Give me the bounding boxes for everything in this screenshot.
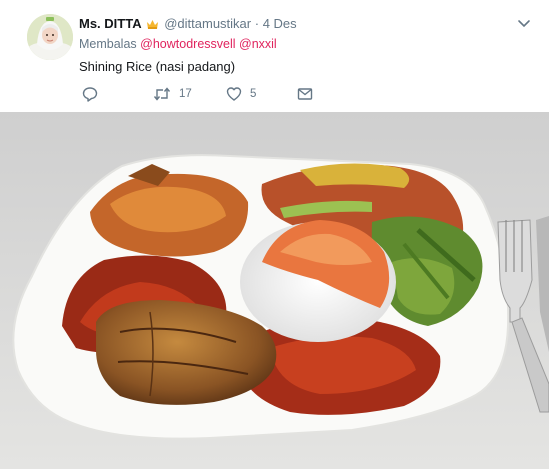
tweet-text: Shining Rice (nasi padang): [79, 59, 236, 74]
like-count: 5: [250, 88, 257, 100]
display-name[interactable]: Ms. DITTA: [79, 16, 142, 31]
crown-emoji-icon: [146, 17, 159, 34]
reply-button[interactable]: [82, 86, 98, 102]
username-handle[interactable]: @dittamustikar: [164, 16, 251, 31]
tweet-photo[interactable]: [0, 112, 549, 469]
mention-link[interactable]: @nxxil: [239, 37, 277, 51]
retweet-count: 17: [179, 88, 192, 100]
reply-icon: [82, 86, 98, 102]
mention-link[interactable]: @howtodressvell: [140, 37, 235, 51]
reply-prefix: Membalas: [79, 37, 137, 51]
direct-message-button[interactable]: [297, 86, 313, 102]
heart-icon: [226, 86, 242, 102]
chevron-down-icon[interactable]: [517, 17, 531, 29]
like-button[interactable]: 5: [226, 86, 256, 102]
retweet-button[interactable]: 17: [153, 86, 192, 102]
tweet-date[interactable]: 4 Des: [263, 16, 297, 31]
avatar[interactable]: [27, 14, 73, 60]
tweet-card: Ms. DITTA @dittamustikar · 4 Des Membala…: [0, 0, 549, 112]
retweet-icon: [153, 86, 171, 102]
meta-separator: ·: [254, 16, 260, 31]
envelope-icon: [297, 87, 313, 101]
reply-context: Membalas @howtodressvell @nxxil: [79, 37, 277, 51]
tweet-header: Ms. DITTA @dittamustikar · 4 Des: [79, 15, 297, 34]
